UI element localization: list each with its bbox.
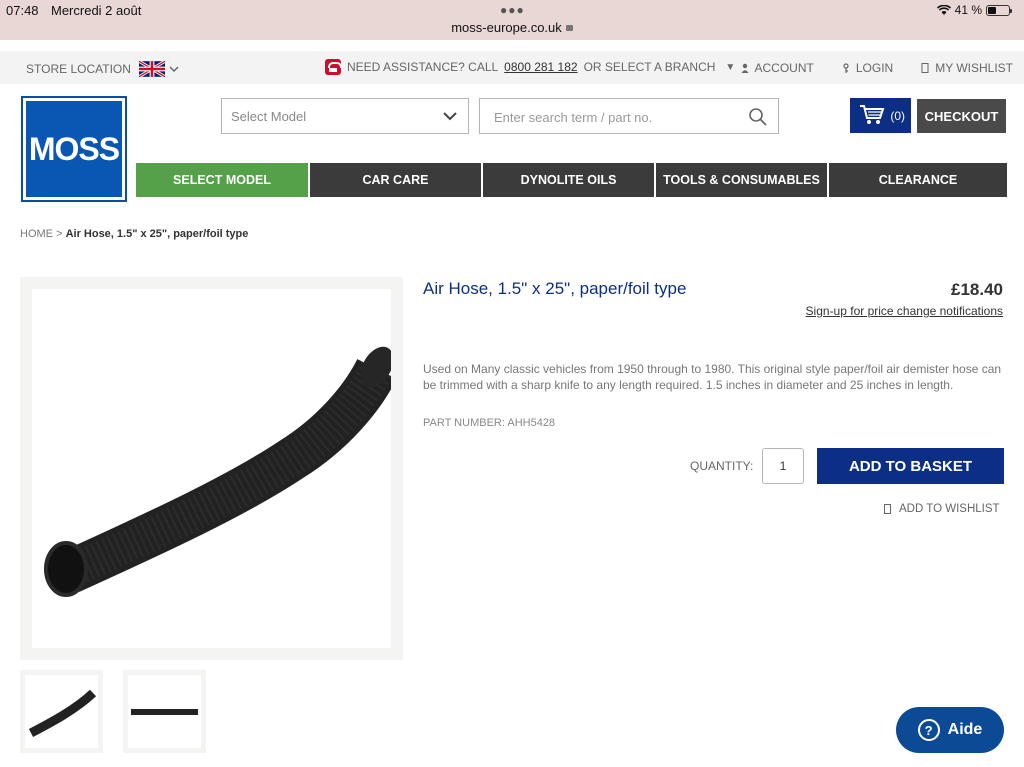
hose-thumb-icon (28, 689, 97, 737)
price-notification-link[interactable]: Sign-up for price change notifications (806, 304, 1003, 318)
shopping-cart-icon (860, 105, 885, 124)
product-image (32, 289, 397, 648)
battery-icon (986, 4, 1012, 16)
hose-thumb-icon (131, 709, 198, 715)
nav-car-care[interactable]: CAR CARE (310, 163, 481, 197)
caret-down-icon[interactable]: ▼ (725, 62, 735, 73)
question-icon: ? (917, 719, 940, 741)
select-branch-link[interactable]: OR SELECT A BRANCH (584, 60, 716, 74)
product-thumbnail-2[interactable] (123, 670, 206, 753)
account-label: ACCOUNT (754, 61, 814, 75)
device-status-bar: 07:48 Mercredi 2 août ●●● moss-europe.co… (0, 0, 1024, 40)
hose-image (44, 346, 397, 597)
bookmark-icon (884, 504, 891, 514)
add-to-wishlist-link[interactable]: ADD TO WISHLIST (884, 503, 1000, 515)
address-url: moss-europe.co.uk (451, 20, 562, 35)
search-icon[interactable] (748, 107, 768, 127)
login-link[interactable]: LOGIN (842, 61, 893, 75)
account-links: ACCOUNT LOGIN MY WISHLIST (741, 61, 1013, 75)
breadcrumb-current: Air Hose, 1.5" x 25", paper/foil type (65, 228, 249, 240)
nav-clearance[interactable]: CLEARANCE (829, 163, 1007, 197)
main-nav: SELECT MODEL CAR CARE DYNOLITE OILS TOOL… (136, 163, 1007, 197)
wishlist-label: MY WISHLIST (935, 61, 1013, 75)
add-to-basket-button[interactable]: ADD TO BASKET (817, 448, 1004, 484)
assistance-info: NEED ASSISTANCE? CALL 0800 281 182 OR SE… (325, 59, 735, 75)
breadcrumb: HOME > Air Hose, 1.5" x 25", paper/foil … (20, 228, 248, 240)
uk-flag-icon (138, 61, 165, 77)
moss-logo[interactable]: MOSS (21, 96, 127, 202)
product-image-frame[interactable] (20, 277, 403, 660)
key-icon (843, 63, 849, 73)
wifi-icon (936, 5, 951, 15)
assistance-prefix: NEED ASSISTANCE? CALL (347, 60, 499, 74)
help-chat-button[interactable]: ? Aide (896, 707, 1004, 753)
nav-select-model[interactable]: SELECT MODEL (136, 163, 308, 197)
thumbnail-image (128, 675, 201, 748)
search-box (479, 98, 779, 134)
cart-count: (0) (890, 108, 905, 123)
breadcrumb-home[interactable]: HOME (20, 228, 53, 240)
product-price: £18.40 (951, 280, 1003, 299)
status-time: 07:48 (6, 3, 39, 18)
status-right: 41 % (936, 3, 1012, 17)
product-description: Used on Many classic vehicles from 1950 … (423, 362, 1002, 392)
phone-number-link[interactable]: 0800 281 182 (504, 60, 577, 74)
chevron-down-icon (169, 66, 179, 73)
phone-icon (325, 59, 342, 75)
utility-bar: STORE LOCATION NEED ASSISTANCE? CALL 080… (0, 51, 1024, 84)
checkout-button[interactable]: CHECKOUT (917, 99, 1006, 133)
nav-dynolite-oils[interactable]: DYNOLITE OILS (483, 163, 654, 197)
select-model-dropdown[interactable]: Select Model (221, 98, 469, 134)
select-model-placeholder: Select Model (231, 109, 307, 124)
status-date: Mercredi 2 août (51, 3, 142, 18)
help-label: Aide (947, 721, 983, 738)
user-icon (741, 63, 749, 73)
quantity-label: QUANTITY: (690, 459, 754, 473)
chevron-down-icon (443, 112, 457, 121)
product-title: Air Hose, 1.5" x 25", paper/foil type (423, 279, 687, 298)
logo-text: MOSS (26, 101, 122, 197)
cart-button[interactable]: (0) (850, 98, 911, 133)
wishlist-link[interactable]: MY WISHLIST (921, 61, 1013, 75)
add-to-wishlist-label: ADD TO WISHLIST (899, 503, 1000, 515)
store-location-label: STORE LOCATION (26, 62, 131, 76)
thumbnail-image (25, 675, 98, 748)
lock-icon (565, 25, 573, 31)
tab-dots-icon[interactable]: ●●● (500, 3, 525, 17)
part-number: PART NUMBER: AHH5428 (423, 417, 556, 429)
login-label: LOGIN (855, 61, 894, 75)
address-bar[interactable]: moss-europe.co.uk (0, 20, 1024, 35)
breadcrumb-separator: > (56, 228, 63, 240)
battery-percent: 41 % (954, 3, 982, 17)
store-location-selector[interactable]: STORE LOCATION (26, 61, 179, 77)
account-link[interactable]: ACCOUNT (741, 61, 814, 75)
quantity-input[interactable]: 1 (762, 448, 804, 484)
product-thumbnail-1[interactable] (20, 670, 103, 753)
nav-tools-consumables[interactable]: TOOLS & CONSUMABLES (656, 163, 827, 197)
bookmark-icon (921, 63, 929, 73)
search-input[interactable] (494, 108, 734, 126)
